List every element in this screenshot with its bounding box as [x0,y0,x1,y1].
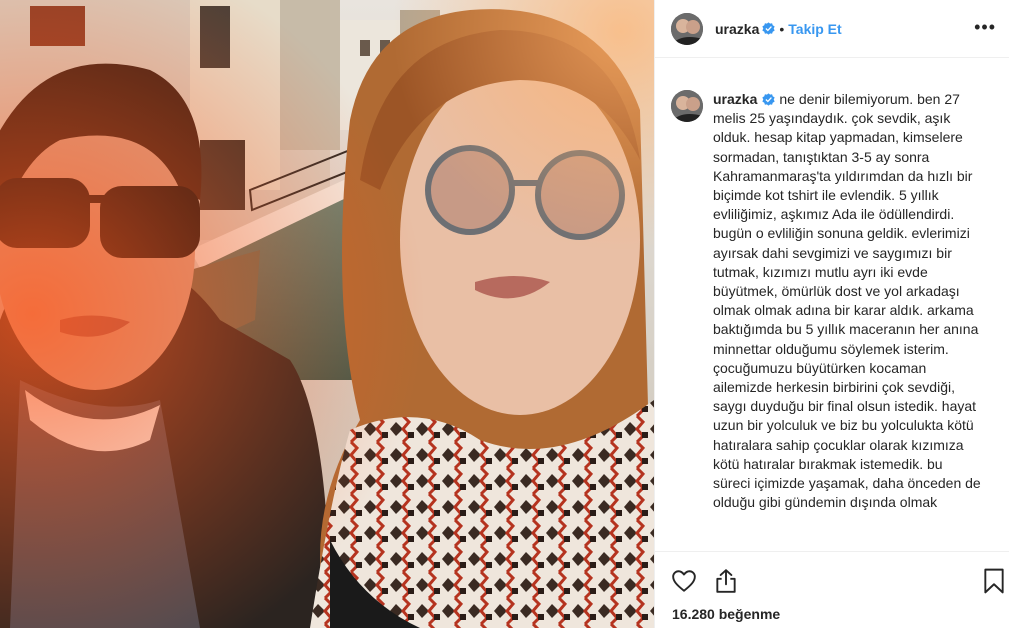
separator-dot: • [779,20,785,37]
post-photo[interactable] [0,0,654,628]
caption-text-block: urazka ne denir bilemiyorum. ben 27 meli… [713,90,983,512]
header-username[interactable]: urazka [715,21,759,37]
follow-button[interactable]: Takip Et [788,21,841,37]
bookmark-icon[interactable] [983,568,1005,594]
selfie-image [0,0,654,628]
post-sidebar: urazka • Takip Et ••• urazka ne denir bi… [654,0,1009,628]
comments-section[interactable]: urazka ne denir bilemiyorum. ben 27 meli… [655,58,1009,550]
instagram-post: urazka • Takip Et ••• urazka ne denir bi… [0,0,1009,628]
verified-badge-icon [762,22,776,35]
likes-count[interactable]: 16.280 beğenme [672,606,780,622]
avatar-image [671,90,703,122]
avatar[interactable] [671,12,703,45]
avatar-image [671,12,703,45]
caption-avatar[interactable] [671,90,703,122]
caption-comment: urazka ne denir bilemiyorum. ben 27 meli… [671,90,983,512]
share-icon[interactable] [713,568,739,594]
post-header: urazka • Takip Et ••• [655,0,1009,58]
action-bar: 16.280 beğenme [655,551,1009,629]
more-options-icon[interactable]: ••• [974,18,996,36]
verified-badge-icon [762,93,776,106]
caption-username[interactable]: urazka [713,91,757,107]
caption-text: ne denir bilemiyorum. ben 27 melis 25 ya… [713,91,981,511]
heart-icon[interactable] [671,568,697,594]
